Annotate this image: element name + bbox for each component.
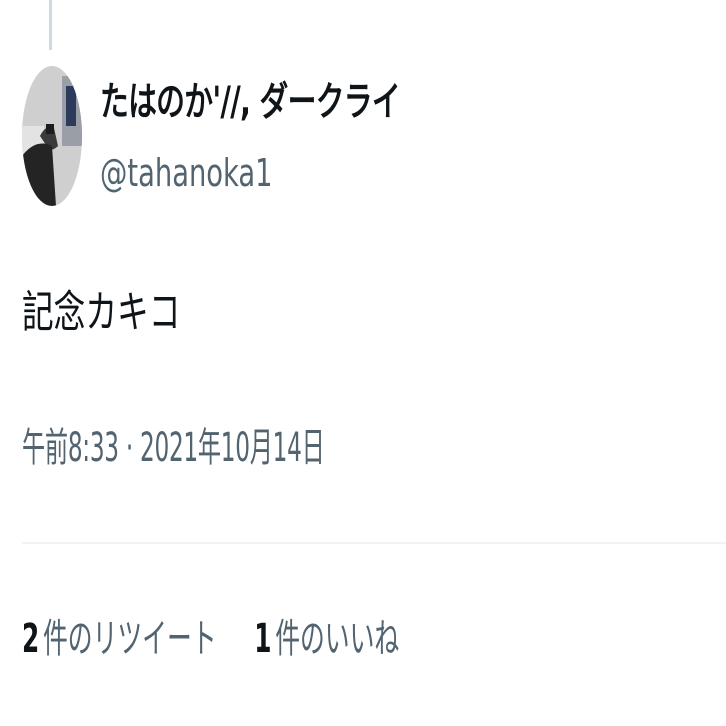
divider <box>22 542 726 544</box>
avatar-photo <box>22 66 82 206</box>
retweets-stat[interactable]: 2件のリツイート <box>22 614 217 664</box>
author-display-name[interactable]: たはのか'//, ダークライ <box>100 78 401 126</box>
thread-connector-line <box>49 0 52 50</box>
tweet-timestamp[interactable]: 午前8:33 · 2021年10月14日 <box>22 424 325 472</box>
likes-stat[interactable]: 1件のいいね <box>254 614 399 664</box>
tweet-text: 記念カキコ <box>22 287 181 338</box>
likes-count: 1 <box>254 616 272 662</box>
retweets-count: 2 <box>22 616 40 662</box>
likes-label: 件のいいね <box>275 616 400 662</box>
retweets-label: 件のリツイート <box>42 616 217 662</box>
engagement-stats: 2件のリツイート 1件のいいね <box>22 614 399 664</box>
author-handle[interactable]: @tahanoka1 <box>100 150 273 196</box>
avatar[interactable] <box>22 66 82 206</box>
